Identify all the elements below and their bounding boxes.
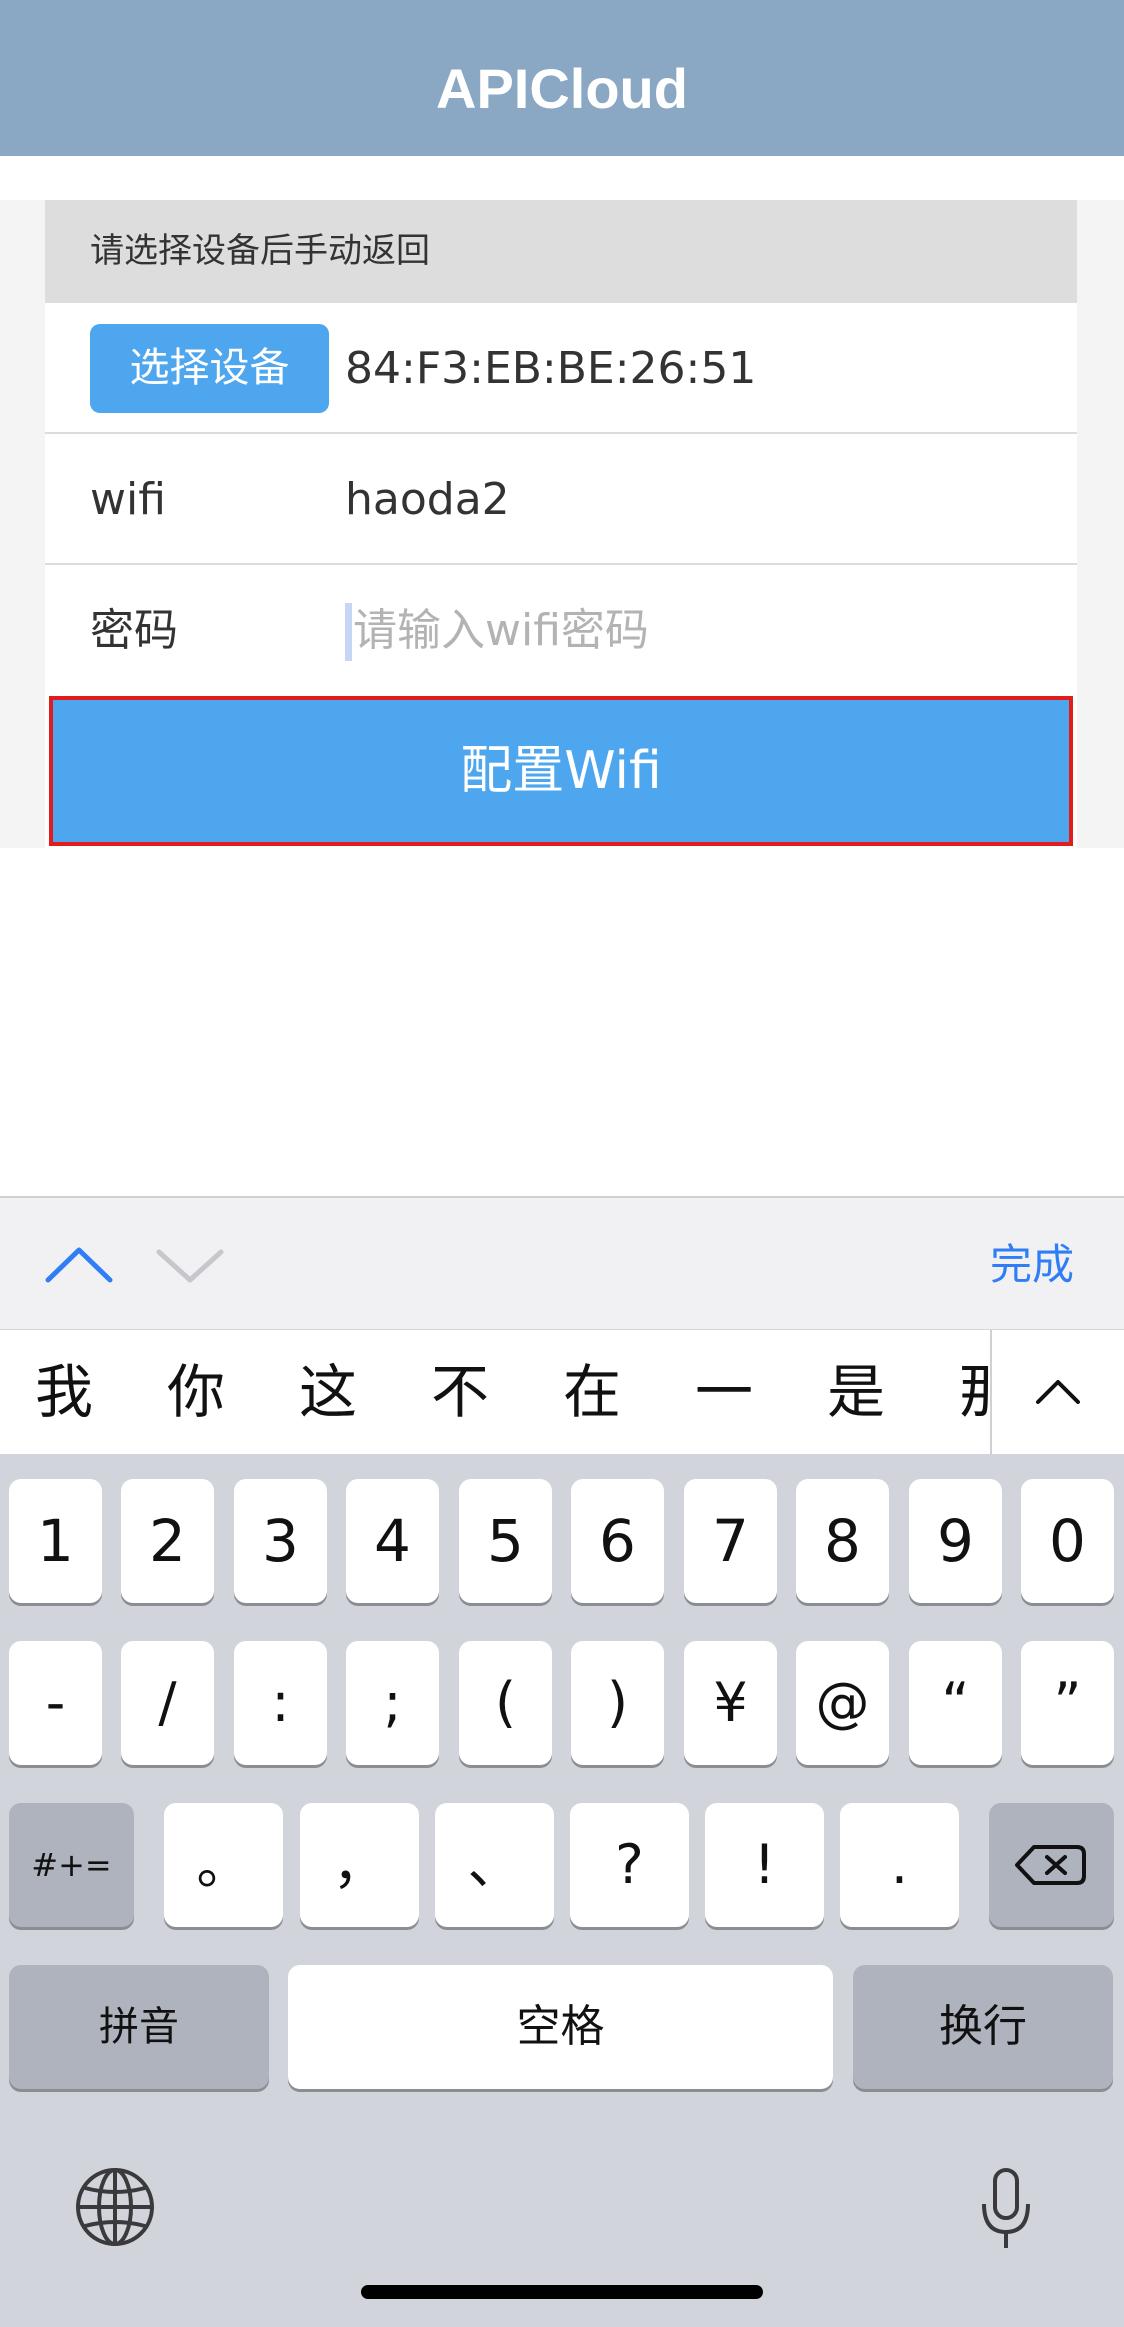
key-open-paren[interactable]: (: [459, 1641, 552, 1765]
candidate-word[interactable]: 是: [806, 1330, 906, 1455]
key-close-paren[interactable]: ): [571, 1641, 664, 1765]
hint-bar: 请选择设备后手动返回: [45, 200, 1077, 303]
key-1[interactable]: 1: [9, 1479, 102, 1603]
key-enumeration-comma[interactable]: 、: [435, 1803, 554, 1927]
hint-text: 请选择设备后手动返回: [90, 231, 430, 271]
key-8[interactable]: 8: [796, 1479, 889, 1603]
key-fullwidth-comma[interactable]: ，: [300, 1803, 419, 1927]
candidate-word[interactable]: 不: [410, 1330, 510, 1455]
key-3[interactable]: 3: [234, 1479, 327, 1603]
chevron-down-icon[interactable]: [155, 1240, 225, 1290]
return-key[interactable]: 换行: [853, 1965, 1113, 2089]
candidate-word[interactable]: 你: [146, 1330, 246, 1455]
key-7[interactable]: 7: [684, 1479, 777, 1603]
pinyin-key[interactable]: 拼音: [9, 1965, 269, 2089]
chevron-up-icon[interactable]: [44, 1240, 114, 1290]
keyboard-toolbar: 完成: [0, 1196, 1124, 1329]
key-hyphen[interactable]: -: [9, 1641, 102, 1765]
password-row: 密码: [45, 565, 1077, 696]
key-colon[interactable]: :: [234, 1641, 327, 1765]
app-title: APICloud: [436, 57, 688, 120]
app-header: APICloud: [0, 0, 1124, 156]
done-button[interactable]: 完成: [990, 1198, 1074, 1331]
candidate-word[interactable]: 一: [674, 1330, 774, 1455]
candidate-bar: 我 你 这 不 在 一 是 那: [0, 1329, 1124, 1455]
wifi-label: wifi: [90, 474, 166, 525]
key-slash[interactable]: /: [121, 1641, 214, 1765]
device-row: 选择设备 84:F3:EB:BE:26:51: [45, 303, 1077, 434]
candidate-word[interactable]: 我: [14, 1330, 114, 1455]
wifi-row: wifi haoda2: [45, 434, 1077, 565]
home-indicator[interactable]: [361, 2285, 763, 2299]
chevron-up-icon: [1036, 1380, 1080, 1404]
password-label: 密码: [90, 605, 178, 656]
symbols-mode-key[interactable]: #+=: [9, 1803, 134, 1927]
key-6[interactable]: 6: [571, 1479, 664, 1603]
key-2[interactable]: 2: [121, 1479, 214, 1603]
candidate-word[interactable]: 在: [542, 1330, 642, 1455]
key-close-quote[interactable]: ”: [1021, 1641, 1114, 1765]
keyboard: 1 2 3 4 5 6 7 8 9 0 - / : ; ( ) ¥ @ “ ” …: [0, 1454, 1124, 2327]
space-key[interactable]: 空格: [288, 1965, 833, 2089]
key-semicolon[interactable]: ;: [346, 1641, 439, 1765]
key-9[interactable]: 9: [909, 1479, 1002, 1603]
configure-wifi-button[interactable]: 配置Wifi: [49, 696, 1073, 846]
expand-candidates-button[interactable]: [992, 1330, 1124, 1455]
backspace-icon: [1015, 1845, 1086, 1885]
key-at[interactable]: @: [796, 1641, 889, 1765]
candidate-word[interactable]: 这: [278, 1330, 378, 1455]
globe-icon[interactable]: [74, 2166, 156, 2248]
key-question[interactable]: ?: [570, 1803, 689, 1927]
key-ideographic-period[interactable]: 。: [164, 1803, 283, 1927]
delete-key[interactable]: [989, 1803, 1114, 1927]
key-5[interactable]: 5: [459, 1479, 552, 1603]
key-open-quote[interactable]: “: [909, 1641, 1002, 1765]
wifi-ssid: haoda2: [345, 474, 510, 525]
key-0[interactable]: 0: [1021, 1479, 1114, 1603]
password-input[interactable]: [345, 590, 1033, 670]
key-exclamation[interactable]: !: [705, 1803, 824, 1927]
select-device-button[interactable]: 选择设备: [90, 324, 329, 413]
microphone-icon[interactable]: [978, 2166, 1034, 2252]
key-4[interactable]: 4: [346, 1479, 439, 1603]
key-yen[interactable]: ¥: [684, 1641, 777, 1765]
key-period[interactable]: .: [840, 1803, 959, 1927]
device-mac: 84:F3:EB:BE:26:51: [345, 343, 757, 394]
